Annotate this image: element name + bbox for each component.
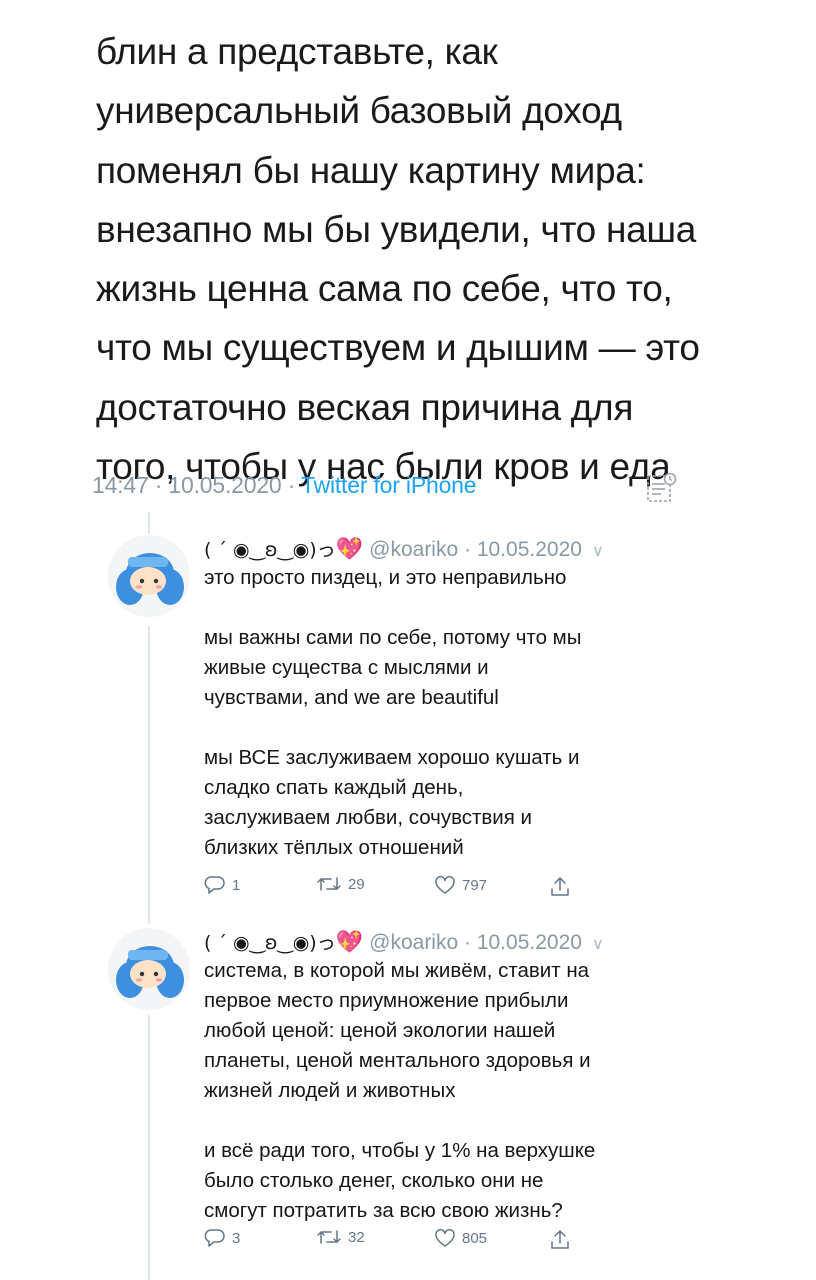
tweet-time: 14:47 <box>92 472 149 498</box>
meta-separator: · <box>148 472 169 498</box>
share-icon <box>551 1230 569 1249</box>
tweet-actions: 1 29 797 <box>204 875 604 903</box>
reply-header: ( ´ ◉‿ʚ‿◉)っ💖 @koariko · 10.05.2020 ∨ <box>204 535 604 566</box>
sparkling-heart-icon: 💖 <box>335 929 364 954</box>
meta-separator: · <box>281 472 301 498</box>
chevron-down-icon[interactable]: ∨ <box>592 936 604 953</box>
reply-date[interactable]: · 10.05.2020 <box>464 931 582 954</box>
avatar-illustration <box>116 553 184 605</box>
thread-line <box>148 512 150 534</box>
like-count: 805 <box>462 1229 488 1247</box>
sparkling-heart-icon: 💖 <box>335 536 364 561</box>
user-handle[interactable]: @koariko <box>369 538 458 561</box>
reply-tweet[interactable]: ( ´ ◉‿ʚ‿◉)っ💖 @koariko · 10.05.2020 ∨ это п… <box>108 535 668 905</box>
share-icon <box>551 877 569 896</box>
reply-date[interactable]: · 10.05.2020 <box>464 538 582 561</box>
reply-action[interactable]: 3 <box>204 1228 240 1248</box>
retweet-icon <box>317 1230 341 1244</box>
like-count: 797 <box>462 876 488 894</box>
reply-text: система, в которой мы живём, ставит на п… <box>204 959 596 1222</box>
tweet-source[interactable]: Twitter for iPhone <box>301 472 477 498</box>
reply-icon <box>204 1229 225 1247</box>
retweet-icon <box>317 877 341 891</box>
like-action[interactable]: 805 <box>434 1228 487 1248</box>
reply-action[interactable]: 1 <box>204 875 240 895</box>
user-handle[interactable]: @koariko <box>369 931 458 954</box>
reply-header: ( ´ ◉‿ʚ‿◉)っ💖 @koariko · 10.05.2020 ∨ <box>204 928 604 959</box>
avatar[interactable] <box>108 535 190 617</box>
reply-icon <box>204 876 225 894</box>
retweet-count: 32 <box>348 1228 365 1246</box>
retweet-action[interactable]: 29 <box>316 875 365 893</box>
retweet-action[interactable]: 32 <box>316 1228 365 1246</box>
tweet-actions: 3 32 805 <box>204 1228 604 1256</box>
share-action[interactable] <box>550 1228 570 1250</box>
main-tweet-text: блин а представьте, как универсальный ба… <box>96 31 700 488</box>
heart-icon <box>435 1228 455 1247</box>
reply-text: это просто пиздец, и это неправильно мы … <box>204 566 582 859</box>
display-name[interactable]: ( ´ ◉‿ʚ‿◉)っ <box>204 539 336 561</box>
heart-icon <box>435 875 455 894</box>
avatar-illustration <box>116 946 184 998</box>
reply-count: 3 <box>232 1229 241 1247</box>
reply-tweet[interactable]: ( ´ ◉‿ʚ‿◉)っ💖 @koariko · 10.05.2020 ∨ систе… <box>108 928 668 1278</box>
like-action[interactable]: 797 <box>434 875 487 895</box>
display-name[interactable]: ( ´ ◉‿ʚ‿◉)っ <box>204 932 336 954</box>
tweet-meta: 14:47 · 10.05.2020 · Twitter for iPhone <box>92 472 477 499</box>
avatar[interactable] <box>108 928 190 1010</box>
retweet-count: 29 <box>348 875 365 893</box>
tweet-date[interactable]: 10.05.2020 <box>168 472 281 498</box>
reply-count: 1 <box>232 876 241 894</box>
analytics-icon[interactable] <box>645 471 679 505</box>
share-action[interactable] <box>550 875 570 897</box>
chevron-down-icon[interactable]: ∨ <box>592 543 604 560</box>
